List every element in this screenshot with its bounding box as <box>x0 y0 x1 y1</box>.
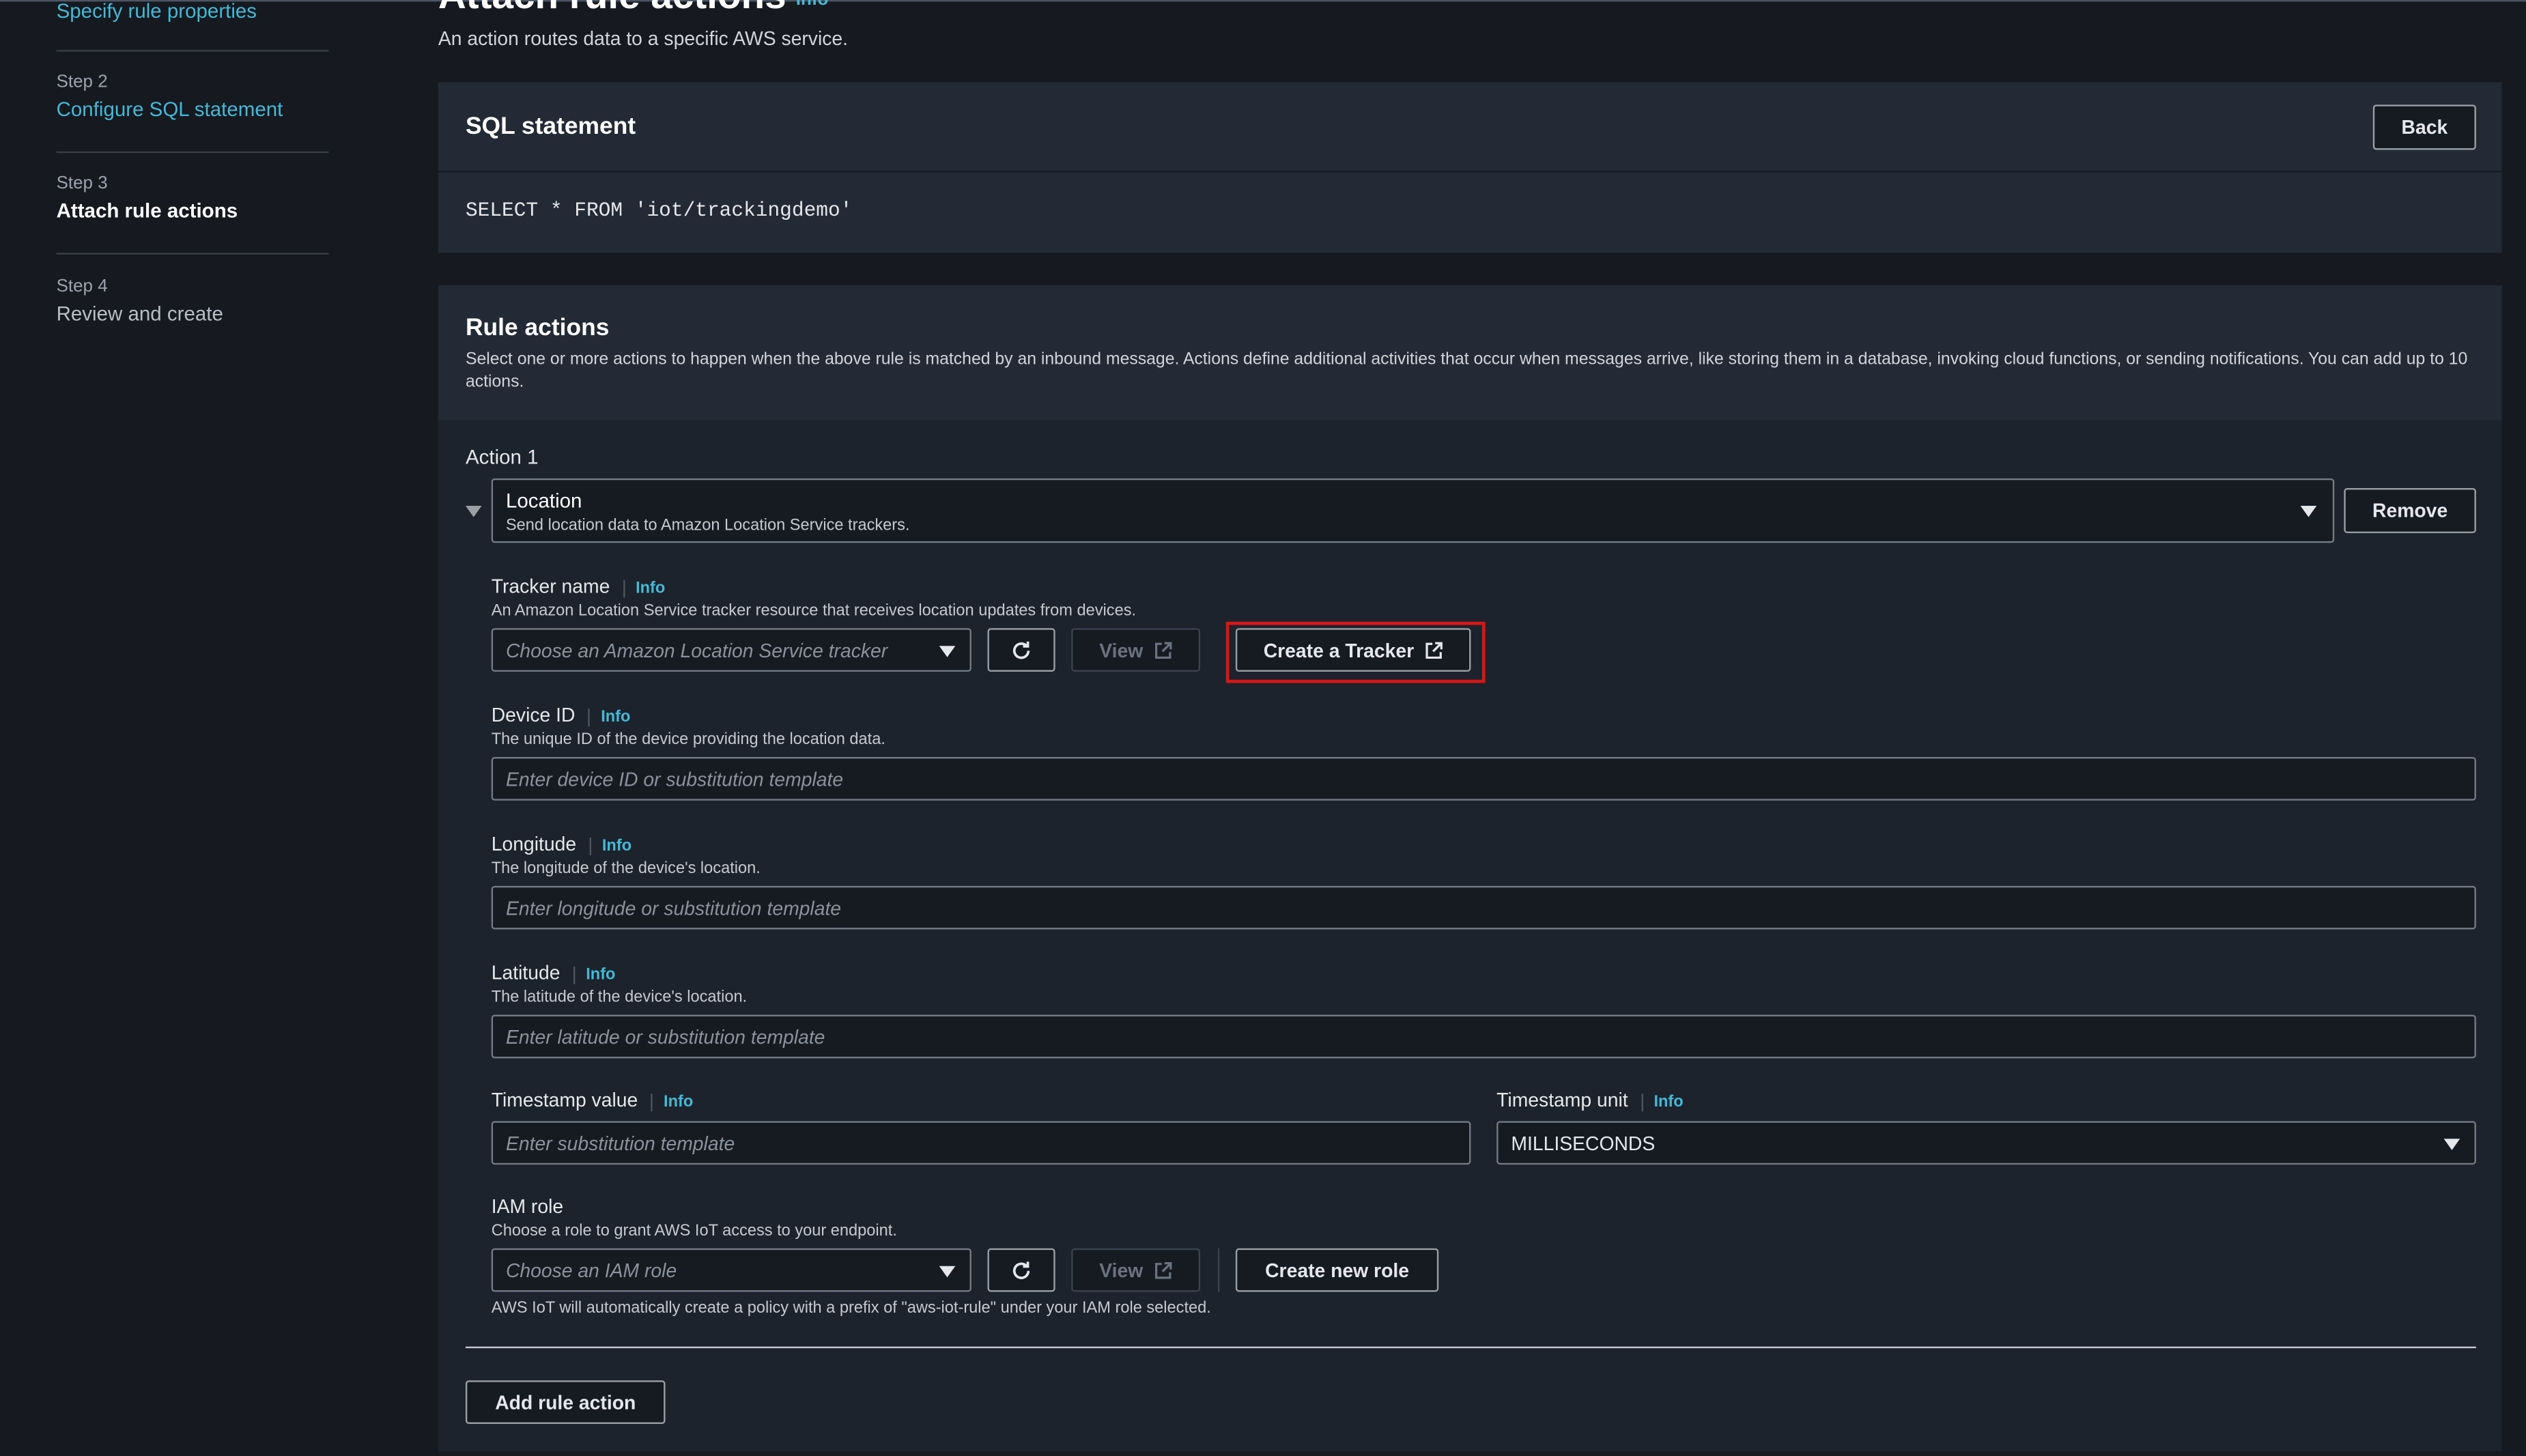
view-iam-role-button: View <box>1071 1248 1200 1292</box>
timestamp-value-label-text: Timestamp value <box>491 1089 638 1112</box>
device-id-label-text: Device ID <box>491 704 576 727</box>
tracker-name-label-text: Tracker name <box>491 575 610 598</box>
sql-statement-text: SELECT * FROM 'iot/trackingdemo' <box>465 199 853 223</box>
back-button[interactable]: Back <box>2372 104 2476 150</box>
device-id-info-link[interactable]: Info <box>588 709 631 726</box>
external-link-icon <box>1154 641 1172 658</box>
longitude-info-link[interactable]: Info <box>588 838 632 855</box>
step-3: Step 3 Attach rule actions <box>57 174 330 223</box>
rule-actions-description: Select one or more actions to happen whe… <box>465 349 2468 392</box>
view-tracker-button: View <box>1071 628 1200 672</box>
timestamp-value-label: Timestamp value Info <box>491 1089 694 1112</box>
rule-actions-title: Rule actions <box>465 314 610 342</box>
step-4-title: Review and create <box>56 302 223 326</box>
step-1-title[interactable]: Specify rule properties <box>57 0 330 23</box>
tracker-info-link[interactable]: Info <box>623 580 666 598</box>
latitude-input[interactable]: Enter latitude or substitution template <box>491 1014 2476 1059</box>
timestamp-unit-select[interactable]: MILLISECONDS <box>1496 1121 2476 1165</box>
app-root: Specify rule properties Step 2 Configure… <box>0 0 2526 1456</box>
timestamp-unit-value: MILLISECONDS <box>1511 1131 1656 1154</box>
timestamp-unit-info-link[interactable]: Info <box>1641 1094 1684 1112</box>
collapse-action-icon[interactable] <box>465 505 482 517</box>
action-editor-area <box>438 420 2502 1452</box>
step-1[interactable]: Specify rule properties <box>57 0 330 23</box>
action-type-value: Location <box>505 489 582 513</box>
timestamp-value-info-link[interactable]: Info <box>651 1094 694 1112</box>
page-title-text: Attach rule actions <box>438 0 786 18</box>
longitude-input[interactable]: Enter longitude or substitution template <box>491 885 2476 930</box>
add-rule-action-button[interactable]: Add rule action <box>465 1380 666 1424</box>
panel-divider <box>438 171 2502 173</box>
action-type-select[interactable]: Location Send location data to Amazon Lo… <box>491 478 2335 543</box>
step-4: Step 4 Review and create <box>57 277 330 326</box>
refresh-iam-roles-button[interactable] <box>987 1248 1055 1292</box>
step-divider <box>56 253 329 255</box>
step-divider <box>56 50 329 52</box>
longitude-label-text: Longitude <box>491 832 577 856</box>
sql-panel-title: SQL statement <box>465 113 636 141</box>
iam-role-label: IAM role <box>492 1195 563 1218</box>
chevron-down-icon <box>2300 505 2317 517</box>
chevron-down-icon <box>939 645 956 657</box>
page-title-info-link[interactable]: Info <box>796 0 829 10</box>
remove-action-button[interactable]: Remove <box>2344 487 2476 534</box>
longitude-description: The longitude of the device's location. <box>491 860 761 879</box>
latitude-label-text: Latitude <box>491 961 560 984</box>
latitude-label: Latitude Info <box>492 962 616 984</box>
section-divider <box>465 1346 2476 1349</box>
chevron-down-icon <box>2443 1138 2460 1150</box>
step-3-label: Step 3 <box>56 173 108 194</box>
iam-role-placeholder: Choose an IAM role <box>505 1259 677 1282</box>
chevron-down-icon <box>939 1265 956 1277</box>
step-3-title: Attach rule actions <box>56 199 238 223</box>
action-type-description: Send location data to Amazon Location Se… <box>505 517 910 535</box>
device-id-description: The unique ID of the device providing th… <box>491 731 885 750</box>
latitude-description: The latitude of the device's location. <box>491 988 748 1007</box>
device-id-label: Device ID Info <box>492 704 631 726</box>
view-tracker-label: View <box>1099 638 1144 661</box>
page-description: An action routes data to a specific AWS … <box>438 27 849 51</box>
tracker-select[interactable]: Choose an Amazon Location Service tracke… <box>491 628 971 672</box>
latitude-info-link[interactable]: Info <box>573 966 616 984</box>
step-2-label: Step 2 <box>56 72 108 92</box>
tracker-name-description: An Amazon Location Service tracker resou… <box>491 602 1137 620</box>
iam-role-note: AWS IoT will automatically create a poli… <box>491 1300 1211 1318</box>
action-1-label-text: Action 1 <box>465 446 539 469</box>
step-2-title[interactable]: Configure SQL statement <box>57 98 330 121</box>
action-1-label: Action 1 <box>466 446 539 469</box>
timestamp-unit-label: Timestamp unit Info <box>1496 1089 1684 1112</box>
step-2[interactable]: Step 2 Configure SQL statement <box>57 72 330 121</box>
iam-role-select[interactable]: Choose an IAM role <box>491 1248 971 1292</box>
device-id-input[interactable]: Enter device ID or substitution template <box>491 757 2476 801</box>
tracker-select-placeholder: Choose an Amazon Location Service tracke… <box>505 638 888 661</box>
view-iam-role-label: View <box>1099 1259 1144 1282</box>
iam-role-description: Choose a role to grant AWS IoT access to… <box>491 1223 897 1240</box>
step-divider <box>56 151 329 154</box>
tracker-name-label: Tracker name Info <box>491 575 666 598</box>
refresh-icon <box>1012 1261 1030 1279</box>
button-separator <box>1217 1248 1220 1292</box>
page-title: Attach rule actions Info <box>438 0 829 19</box>
sql-statement-panel: SQL statement Back SELECT * FROM 'iot/tr… <box>438 82 2502 253</box>
rule-actions-panel: Rule actions Select one or more actions … <box>438 285 2502 420</box>
refresh-icon <box>1012 640 1030 659</box>
external-link-icon <box>1154 1261 1172 1279</box>
iam-role-label-text: IAM role <box>491 1195 564 1218</box>
refresh-trackers-button[interactable] <box>987 628 1055 672</box>
highlight-box <box>1225 621 1486 683</box>
create-new-role-button[interactable]: Create new role <box>1235 1248 1439 1292</box>
timestamp-unit-label-text: Timestamp unit <box>1496 1089 1628 1112</box>
longitude-label: Longitude Info <box>492 833 632 855</box>
step-4-label: Step 4 <box>56 276 108 297</box>
timestamp-value-input[interactable]: Enter substitution template <box>491 1121 1471 1165</box>
wizard-steps-sidebar: Specify rule properties Step 2 Configure… <box>0 0 386 1456</box>
